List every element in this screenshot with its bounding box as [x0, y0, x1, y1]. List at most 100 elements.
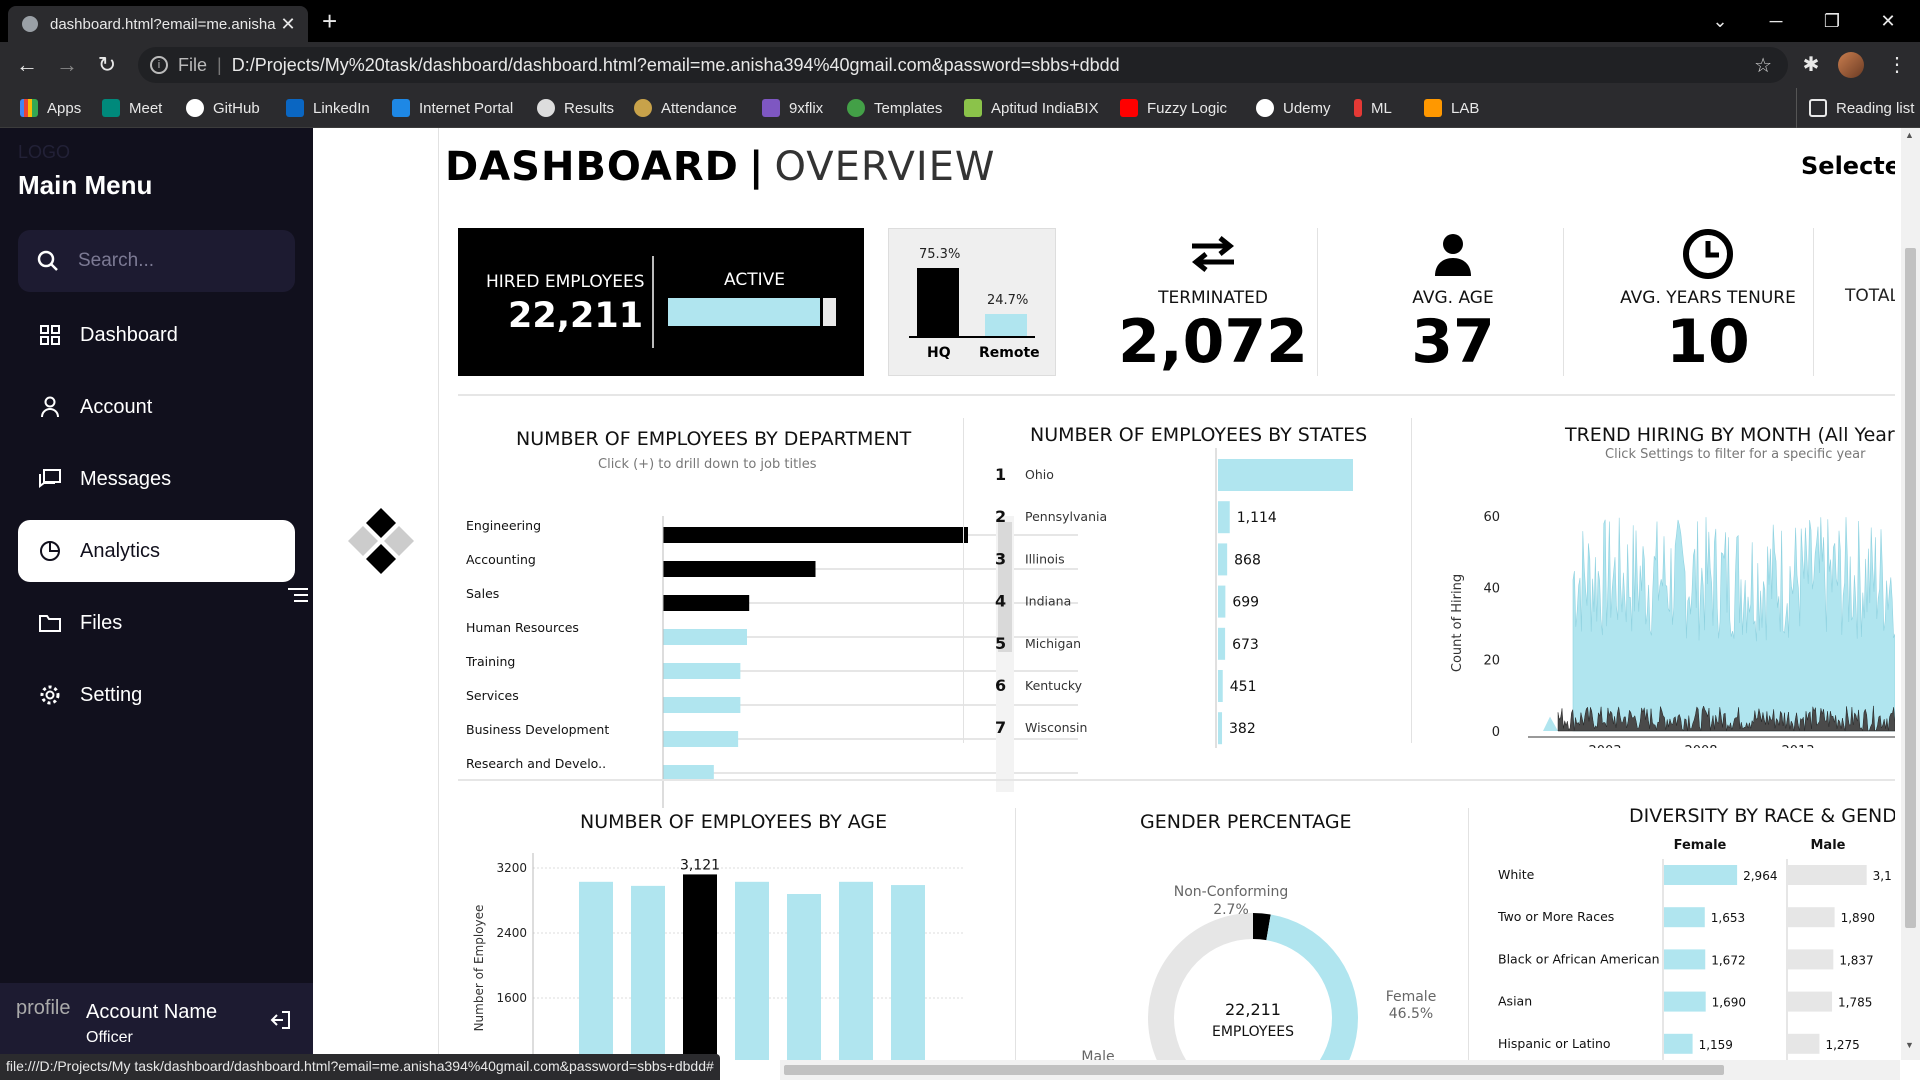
state-rank: 7 [995, 718, 1006, 737]
tab-search-icon[interactable]: ⌄ [1692, 0, 1748, 42]
sidebar-item-label: Files [80, 611, 123, 634]
meet-icon [102, 99, 120, 117]
globe-icon [22, 16, 38, 32]
remote-bar [985, 313, 1027, 336]
diversity-chart-title: DIVERSITY BY RACE & GENDER [1629, 805, 1895, 827]
state-rank: 1 [995, 465, 1006, 484]
search-box[interactable] [18, 230, 295, 292]
sidebar-item-label: Account [80, 395, 153, 418]
state-rank: 3 [995, 549, 1006, 568]
info-icon[interactable]: i [150, 56, 168, 74]
bookmark-lab[interactable]: LAB [1424, 88, 1479, 128]
sidebar-item-account[interactable]: Account [18, 376, 295, 438]
dept-bar [663, 731, 739, 747]
main-menu-title: Main Menu [18, 170, 153, 200]
dept-bar [663, 561, 816, 577]
state-value: 451 [1230, 679, 1257, 695]
diversity-male-bar [1788, 949, 1834, 970]
bookmark-results[interactable]: Results [537, 88, 614, 128]
bookmark-udemy[interactable]: Udemy [1256, 88, 1331, 128]
bookmark-aptitud-indiabix[interactable]: Aptitud IndiaBIX [964, 88, 1099, 128]
sidebar-item-analytics[interactable]: Analytics [18, 520, 295, 582]
age-bar [735, 881, 769, 1060]
hq-label: HQ [927, 345, 951, 361]
scrollbar-thumb[interactable] [1905, 248, 1916, 928]
bookmark-attendance[interactable]: Attendance [634, 88, 737, 128]
forward-button[interactable]: → [52, 50, 82, 80]
state-bar [1218, 670, 1223, 702]
more-menu-icon[interactable]: ⋮ [1882, 50, 1912, 80]
clock-icon [1588, 228, 1828, 280]
profile-card: profileImg Account Name Officer [0, 983, 313, 1060]
bookmark-star-icon[interactable]: ☆ [1754, 53, 1772, 78]
status-url: file:///D:/Projects/My task/dashboard/da… [0, 1054, 720, 1080]
bookmark-templates[interactable]: Templates [847, 88, 942, 128]
menu-toggle-icon[interactable] [288, 588, 308, 606]
bookmark-linkedin[interactable]: LinkedIn [286, 88, 370, 128]
trend-ytick: 40 [1483, 582, 1500, 597]
address-bar[interactable]: i File | D:/Projects/My%20task/dashboard… [138, 47, 1788, 83]
bookmark-internet-portal[interactable]: Internet Portal [392, 88, 513, 128]
diversity-race: White [1498, 867, 1535, 882]
state-rank: 6 [995, 676, 1006, 695]
bookmark-fuzzy-logic[interactable]: Fuzzy Logic [1120, 88, 1227, 128]
sidebar-item-dashboard[interactable]: Dashboard [18, 304, 295, 366]
sidebar-item-messages[interactable]: Messages [18, 448, 295, 510]
url-text: D:/Projects/My%20task/dashboard/dashboar… [231, 54, 1120, 75]
sidebar: LOGO Main Menu Dashboard Account Message… [0, 128, 313, 1060]
trend-chart-subtitle: Click Settings to filter for a specific … [1605, 447, 1866, 462]
states-chart-title: NUMBER OF EMPLOYEES BY STATES [1030, 424, 1368, 446]
age-bar-label: 3,121 [680, 857, 720, 873]
dept-label: Research and Develo.. [466, 756, 606, 771]
bookmark-github[interactable]: GitHub [186, 88, 260, 128]
gender-center-value: 22,211 [1225, 1000, 1281, 1019]
gear-icon [38, 683, 62, 707]
gender-label-female: Female [1386, 989, 1437, 1005]
age-bar [891, 885, 925, 1060]
avg-age-card: AVG. AGE 37 [1348, 228, 1558, 388]
back-button[interactable]: ← [12, 50, 42, 80]
logout-icon[interactable] [270, 1009, 292, 1036]
portal-icon [392, 99, 410, 117]
profile-name: Account Name [86, 1001, 218, 1023]
dept-chart-subtitle: Click (+) to drill down to job titles [598, 457, 817, 472]
horizontal-scrollbar[interactable] [780, 1060, 1900, 1080]
age-bar [683, 874, 717, 1060]
bookmark-ml[interactable]: ML [1354, 88, 1392, 128]
new-tab-button[interactable]: + [322, 6, 337, 36]
diversity-race: Black or African American [1498, 951, 1660, 966]
profile-avatar[interactable] [1838, 52, 1864, 78]
diversity-male-bar [1788, 907, 1835, 928]
diversity-female-bar [1664, 865, 1738, 885]
remote-label: Remote [979, 345, 1040, 361]
extensions-icon[interactable]: ✱ [1796, 50, 1826, 80]
bookmark-meet[interactable]: Meet [102, 88, 162, 128]
dept-bar [663, 527, 968, 543]
hq-bar [917, 268, 959, 336]
trend-xtick: 2008 [1684, 744, 1717, 748]
diversity-col-male: Male [1811, 838, 1846, 853]
avg-tenure-card: AVG. YEARS TENURE 10 [1588, 228, 1828, 388]
age-ylabel: Number of Employee [472, 905, 486, 1032]
restore-button[interactable]: ❐ [1804, 0, 1860, 42]
udemy-icon [1256, 99, 1274, 117]
sidebar-item-setting[interactable]: Setting [18, 664, 295, 726]
gender-label-male: Male [1081, 1049, 1114, 1060]
results-icon [537, 99, 555, 117]
bookmark-apps[interactable]: Apps [20, 88, 81, 128]
close-tab-icon[interactable]: ✕ [276, 14, 300, 35]
close-window-button[interactable]: ✕ [1860, 0, 1916, 42]
minimize-button[interactable]: ─ [1748, 0, 1804, 42]
page-scrollbar[interactable]: ▲ ▼ [1901, 128, 1920, 1060]
avatar: profileImg [16, 997, 70, 1019]
state-value: 699 [1232, 595, 1259, 611]
browser-tab[interactable]: dashboard.html?email=me.anisha ✕ [8, 6, 308, 42]
bookmark-9xflix[interactable]: 9xflix [762, 88, 823, 128]
reload-button[interactable]: ↻ [92, 50, 122, 80]
sidebar-item-label: Messages [80, 467, 172, 490]
sidebar-item-files[interactable]: Files [18, 592, 295, 654]
search-input[interactable] [78, 250, 278, 272]
diversity-female-value: 1,653 [1711, 911, 1745, 925]
tab-title: dashboard.html?email=me.anisha [50, 15, 276, 33]
reading-list[interactable]: Reading list [1796, 88, 1914, 128]
